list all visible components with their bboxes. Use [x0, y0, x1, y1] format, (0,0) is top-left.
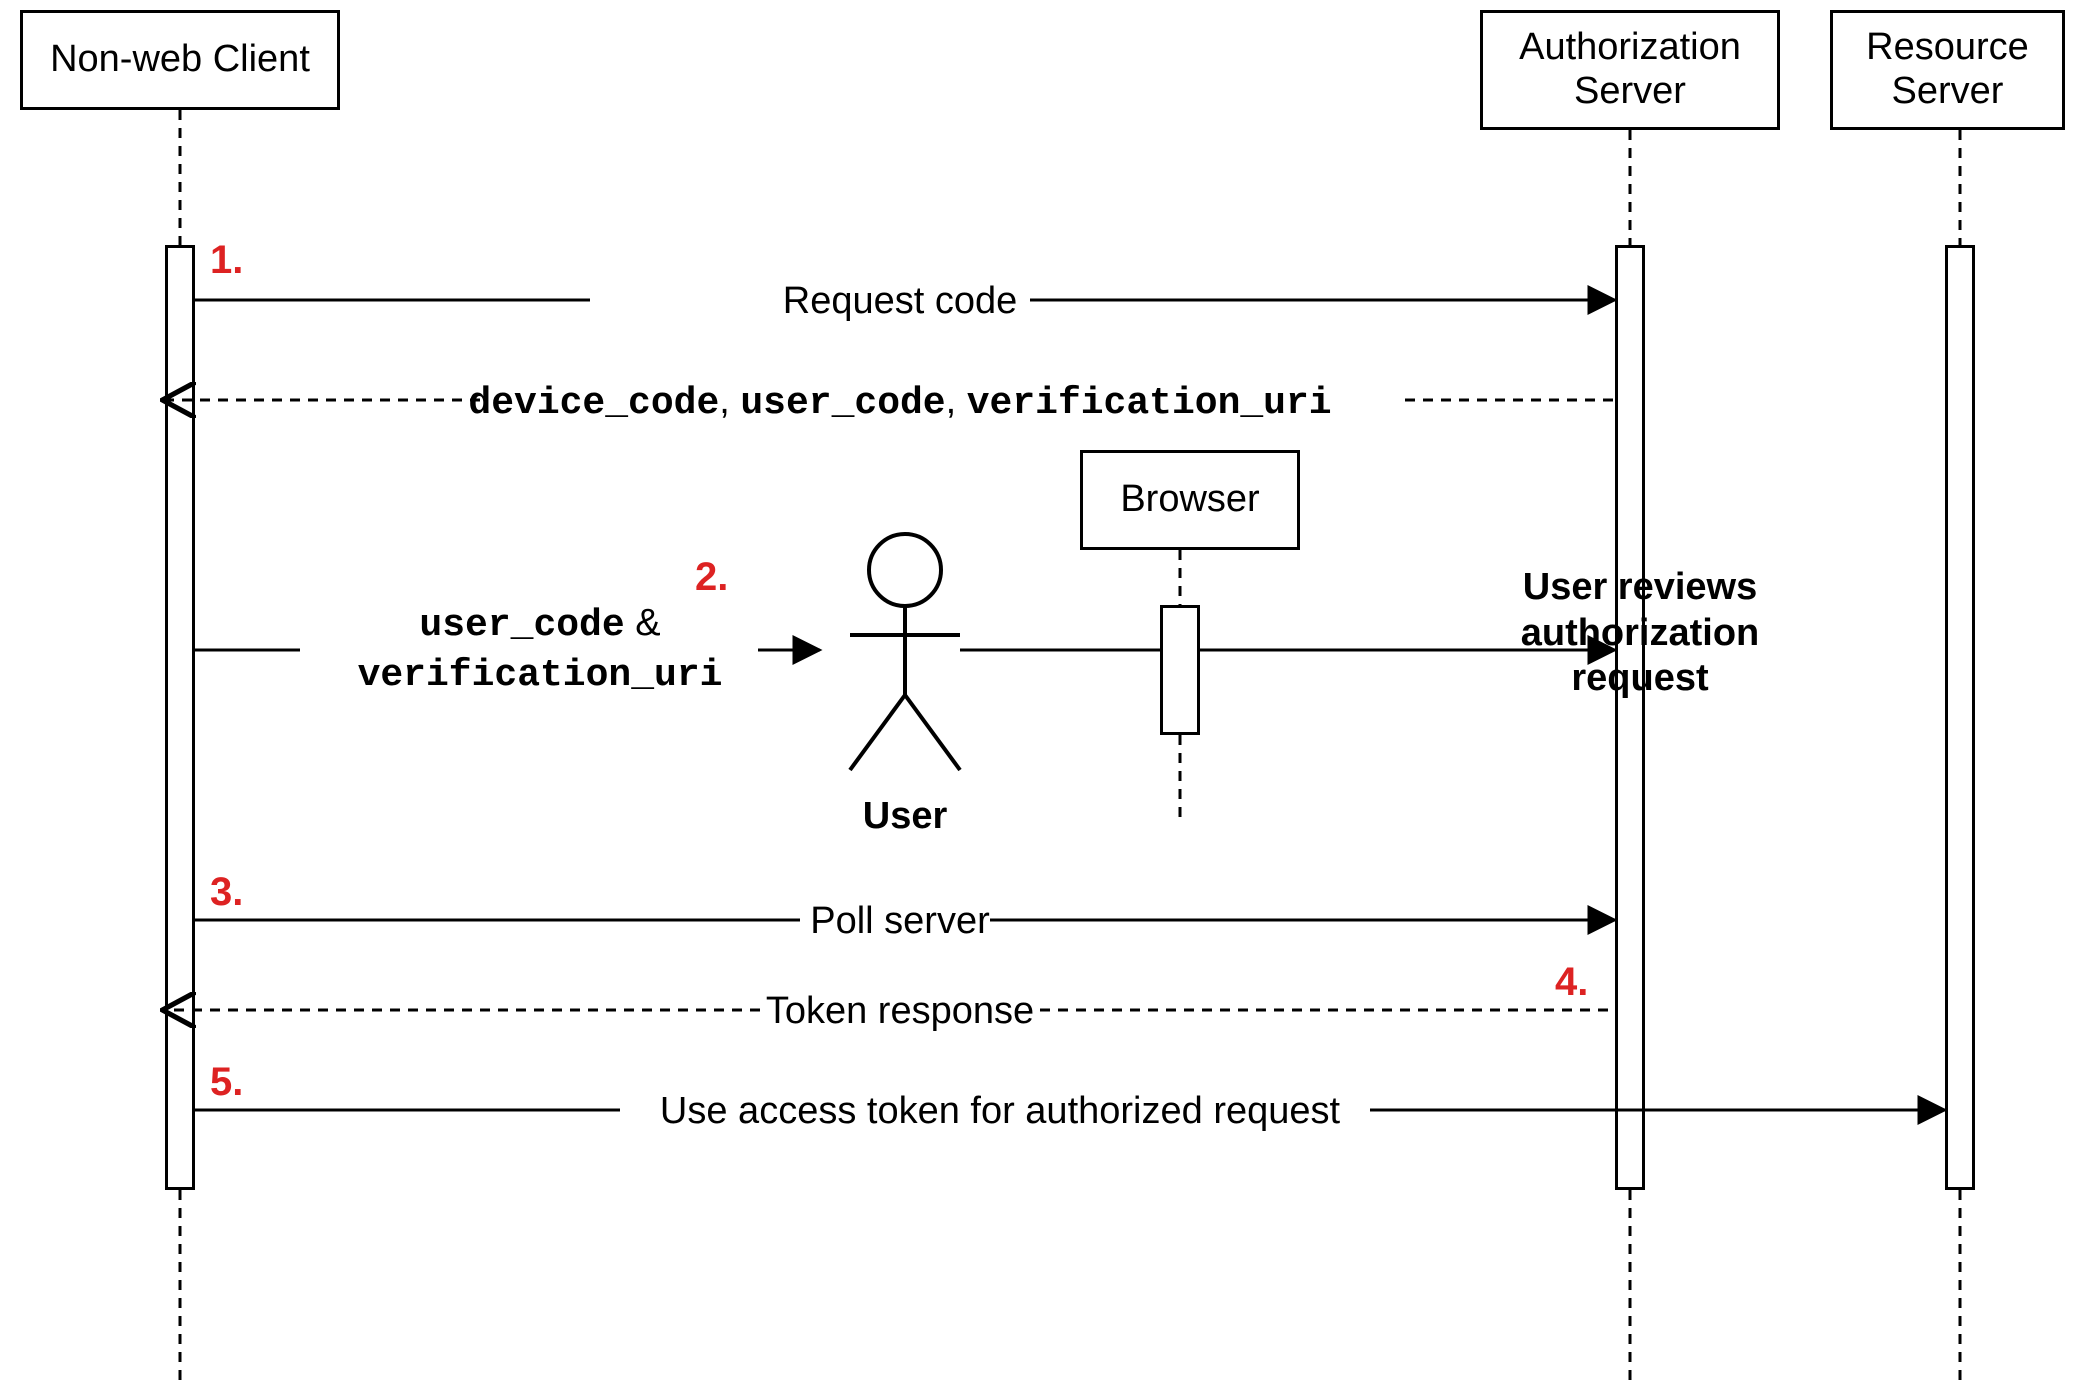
msg-use-token: Use access token for authorized request [500, 1090, 1500, 1133]
step-1: 1. [210, 238, 243, 283]
msg-user-reviews: User reviews authorization request [1490, 565, 1790, 702]
msg-request-code: Request code [600, 280, 1200, 323]
msg-device-response: device_code, user_code, verification_uri [200, 380, 1600, 425]
sequence-diagram: Non-web Client Authorization Server Reso… [0, 0, 2073, 1383]
step-5: 5. [210, 1060, 243, 1105]
msg-poll-server: Poll server [700, 900, 1100, 943]
msg-token-response: Token response [650, 990, 1150, 1033]
step-4: 4. [1555, 960, 1588, 1005]
step-2: 2. [695, 555, 728, 600]
msg-user-code-and-uri: user_code & verification_uri [310, 600, 770, 699]
step-3: 3. [210, 870, 243, 915]
